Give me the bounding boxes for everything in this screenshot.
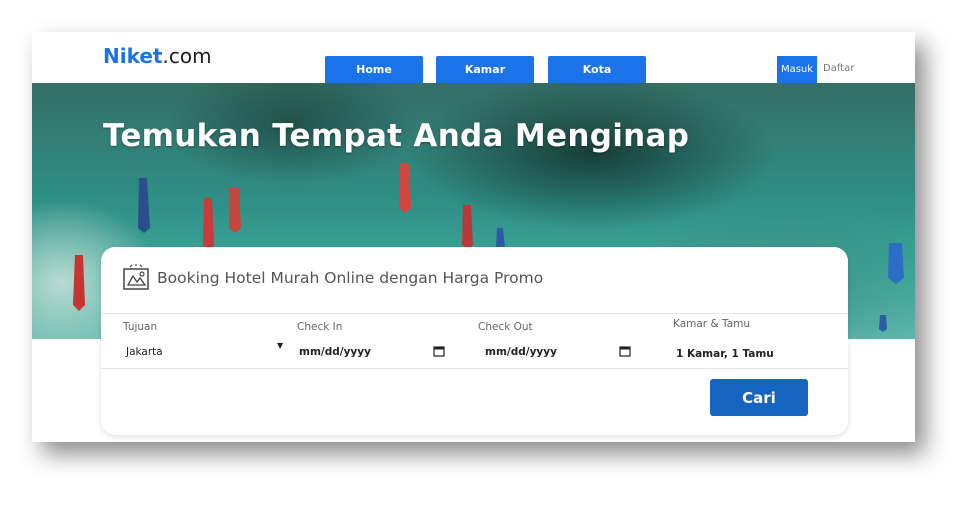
checkin-date-input[interactable]: mm/dd/yyyy bbox=[299, 346, 371, 358]
calendar-icon[interactable] bbox=[619, 345, 631, 357]
nav-kamar-button[interactable]: Kamar bbox=[436, 56, 534, 83]
nav-home-button[interactable]: Home bbox=[325, 56, 423, 83]
search-button[interactable]: Cari bbox=[710, 379, 808, 416]
browser-page: Niket.com Home Kamar Kota Masuk Daftar T… bbox=[32, 32, 915, 442]
checkout-date-input[interactable]: mm/dd/yyyy bbox=[485, 346, 557, 358]
login-button[interactable]: Masuk bbox=[777, 56, 817, 83]
rooms-guests-input[interactable]: 1 Kamar, 1 Tamu bbox=[676, 348, 774, 360]
destination-label: Tujuan bbox=[123, 321, 158, 333]
hotel-booking-icon bbox=[123, 264, 149, 290]
booking-card-title: Booking Hotel Murah Online dengan Harga … bbox=[157, 269, 544, 287]
top-navigation-bar: Niket.com Home Kamar Kota Masuk Daftar bbox=[32, 32, 915, 83]
logo-suffix: .com bbox=[162, 44, 212, 68]
booking-card-header: Booking Hotel Murah Online dengan Harga … bbox=[101, 247, 848, 314]
booking-fields-row: Tujuan Jakarta ▼ Check In mm/dd/yyyy Che… bbox=[101, 313, 848, 369]
checkin-label: Check In bbox=[297, 321, 343, 333]
destination-select[interactable]: Jakarta bbox=[126, 346, 163, 358]
site-logo[interactable]: Niket.com bbox=[103, 44, 212, 68]
calendar-icon[interactable] bbox=[433, 345, 445, 357]
chevron-down-icon[interactable]: ▼ bbox=[277, 341, 283, 350]
register-link[interactable]: Daftar bbox=[823, 63, 854, 74]
rooms-guests-label: Kamar & Tamu bbox=[673, 318, 750, 330]
logo-brand: Niket bbox=[103, 44, 163, 68]
hero-title: Temukan Tempat Anda Menginap bbox=[103, 118, 690, 154]
nav-kota-button[interactable]: Kota bbox=[548, 56, 646, 83]
checkout-label: Check Out bbox=[478, 321, 533, 333]
booking-card: Booking Hotel Murah Online dengan Harga … bbox=[101, 247, 848, 435]
